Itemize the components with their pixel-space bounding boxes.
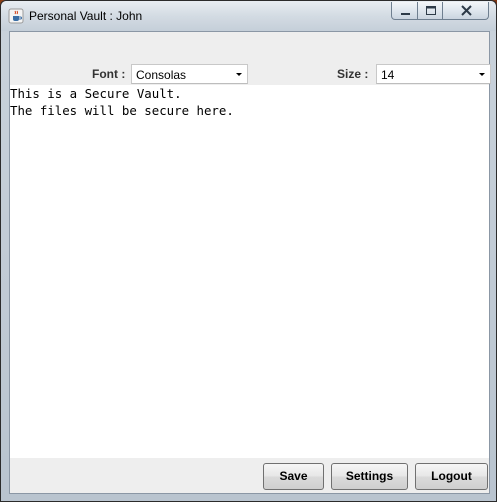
java-cup-icon xyxy=(8,8,24,24)
minimize-button[interactable] xyxy=(391,2,418,20)
button-bar: Save Settings Logout xyxy=(10,458,489,493)
chevron-down-icon xyxy=(236,73,242,76)
size-selected-value: 14 xyxy=(381,68,395,82)
settings-button[interactable]: Settings xyxy=(331,463,408,490)
maximize-icon xyxy=(426,6,436,15)
client-area: Font : Consolas Size : 14 This is a Secu… xyxy=(9,31,491,494)
editor-line: The files will be secure here. xyxy=(10,103,234,118)
title-bar[interactable]: Personal Vault : John xyxy=(1,1,496,31)
logout-button[interactable]: Logout xyxy=(415,463,488,490)
text-editor[interactable]: This is a Secure Vault. The files will b… xyxy=(10,85,489,458)
save-button[interactable]: Save xyxy=(263,463,324,490)
editor-line: This is a Secure Vault. xyxy=(10,86,182,101)
font-selected-value: Consolas xyxy=(136,68,187,82)
close-icon xyxy=(461,5,472,16)
size-label: Size : xyxy=(337,67,369,81)
size-dropdown[interactable]: 14 xyxy=(376,64,491,84)
maximize-button[interactable] xyxy=(417,2,443,20)
app-window: Personal Vault : John Font : Consolas Si… xyxy=(0,0,497,502)
font-label: Font : xyxy=(92,67,126,81)
minimize-icon xyxy=(401,13,410,15)
font-dropdown[interactable]: Consolas xyxy=(131,64,248,84)
close-button[interactable] xyxy=(442,2,489,20)
window-title: Personal Vault : John xyxy=(29,9,143,23)
format-toolbar: Font : Consolas Size : 14 xyxy=(10,32,491,85)
chevron-down-icon xyxy=(479,73,485,76)
